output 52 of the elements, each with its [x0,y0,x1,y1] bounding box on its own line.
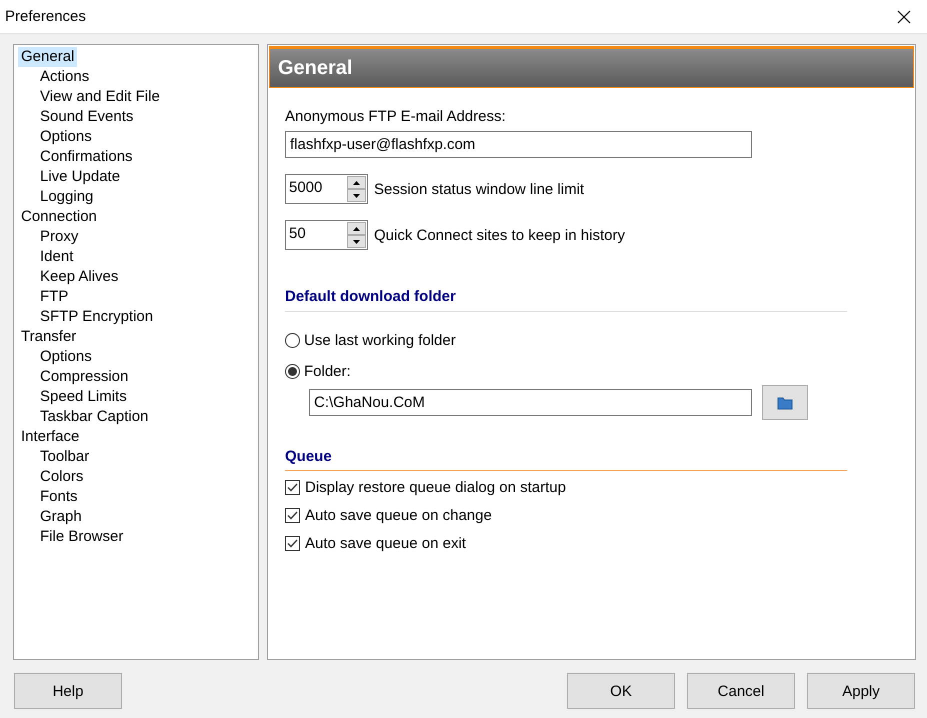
tree-item[interactable]: Logging [37,187,96,207]
checkbox-label: Auto save queue on exit [305,534,466,552]
tree-item[interactable]: View and Edit File [37,87,163,107]
tree-item[interactable]: Colors [37,467,86,487]
tree-item[interactable]: File Browser [37,527,126,547]
dialog-button[interactable]: Apply [807,673,915,709]
tree-item[interactable]: SFTP Encryption [37,307,156,327]
spin-box[interactable]: 50 [285,220,368,250]
input-field[interactable]: flashfxp-user@flashfxp.com [285,131,752,158]
tree-item[interactable]: Speed Limits [37,387,130,407]
checkbox-label: Auto save queue on change [305,506,492,524]
radio-button[interactable] [285,333,300,348]
tree-item[interactable]: Toolbar [37,447,92,467]
dialog-button[interactable]: Cancel [687,673,795,709]
radio-button[interactable] [285,364,300,379]
tree-item[interactable]: Ident [37,247,76,267]
tree-item[interactable]: Connection [18,207,100,227]
tree-item[interactable]: Taskbar Caption [37,407,152,427]
checkbox[interactable] [285,536,300,550]
folder-icon [777,396,793,410]
tree-item[interactable]: Fonts [37,487,81,507]
browse-button[interactable] [762,385,808,420]
checkbox-label: Display restore queue dialog on startup [305,478,566,496]
tree-item[interactable]: Sound Events [37,107,136,127]
tree-item[interactable]: FTP [37,287,72,307]
tree-item[interactable]: Proxy [37,227,82,247]
window-title: Preferences [5,8,86,25]
section-heading: Default download folder [285,288,456,305]
section-heading: Queue [285,448,332,465]
folder-field[interactable]: C:\GhaNou.CoM [309,389,752,416]
tree-item[interactable]: General [18,47,78,67]
checkbox[interactable] [285,508,300,522]
tree-item[interactable]: Confirmations [37,147,136,167]
panel-header: General [269,46,914,88]
tree-item[interactable]: Options [37,347,95,367]
spin-label: Session status window line limit [374,180,584,198]
spin-box[interactable]: 5000 [285,174,368,204]
dialog-button[interactable]: OK [567,673,675,709]
tree-item[interactable]: Keep Alives [37,267,122,287]
tree-item[interactable]: Live Update [37,167,124,187]
help-button[interactable]: Help [14,673,122,709]
tree-item[interactable]: Actions [37,67,92,87]
radio-label: Folder: [304,363,351,380]
tree-item[interactable]: Interface [18,427,82,447]
tree-item[interactable]: Compression [37,367,132,387]
radio-label: Use last working folder [304,332,456,349]
tree-item[interactable]: Transfer [18,327,80,347]
tree-item[interactable]: Graph [37,507,85,527]
tree-item[interactable]: Options [37,127,95,147]
checkbox[interactable] [285,480,300,494]
spin-label: Quick Connect sites to keep in history [374,226,625,244]
field-label: Anonymous FTP E-mail Address: [285,108,507,125]
